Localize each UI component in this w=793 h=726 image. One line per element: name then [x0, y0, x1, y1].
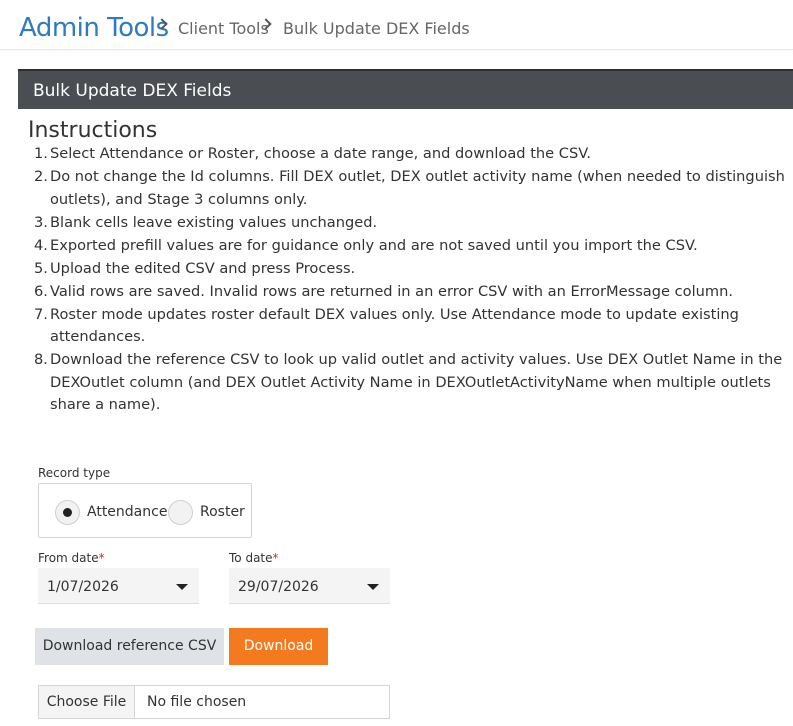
radio-roster-label[interactable]: Roster [200, 504, 245, 520]
breadcrumb-current-page: Bulk Update DEX Fields [283, 19, 470, 38]
to-date-value: 29/07/2026 [238, 579, 319, 595]
to-date-label: To date* [229, 551, 279, 565]
breadcrumb-root-admin-tools[interactable]: Admin Tools [19, 13, 169, 43]
breadcrumb-client-tools[interactable]: Client Tools [178, 19, 269, 38]
file-status-text: No file chosen [147, 694, 247, 710]
instruction-item: 5. Upload the edited CSV and press Proces… [34, 259, 356, 277]
instruction-item: 3. Blank cells leave existing values unch… [34, 213, 378, 231]
instruction-item: 4. Exported prefill values are for guidan… [34, 236, 698, 254]
caret-down-icon [176, 584, 188, 590]
file-input[interactable]: Choose File No file chosen [38, 685, 390, 719]
caret-down-icon [367, 584, 379, 590]
panel-title: Bulk Update DEX Fields [33, 81, 232, 101]
from-date-label: From date* [38, 551, 105, 565]
from-date-value: 1/07/2026 [47, 579, 119, 595]
record-type-label: Record type [38, 466, 111, 480]
record-type-group: Attendance Roster [38, 483, 252, 538]
radio-attendance-label[interactable]: Attendance [87, 504, 167, 520]
top-bar: Admin Tools Client Tools Bulk Update DEX… [0, 0, 793, 50]
instruction-item: 7. Roster mode updates roster default DEX… [34, 305, 739, 346]
radio-attendance[interactable] [55, 500, 80, 525]
instructions-list: 1. Select Attendance or Roster, choose a … [34, 143, 793, 417]
choose-file-button[interactable]: Choose File [39, 686, 135, 718]
instruction-item: 6. Valid rows are saved. Invalid rows are… [34, 282, 733, 300]
panel-header: Bulk Update DEX Fields [18, 69, 793, 109]
required-marker: * [272, 551, 279, 565]
from-date-select[interactable]: 1/07/2026 [38, 568, 199, 604]
radio-roster[interactable] [168, 500, 193, 525]
instructions-title: Instructions [28, 118, 158, 143]
instruction-item: 2. Do not change the Id columns. Fill DEX… [34, 168, 785, 208]
required-marker: * [98, 551, 105, 565]
to-date-select[interactable]: 29/07/2026 [229, 568, 390, 604]
download-button[interactable]: Download [229, 628, 328, 665]
instruction-item: 1. Select Attendance or Roster, choose a … [34, 145, 591, 162]
download-reference-csv-button[interactable]: Download reference CSV [35, 628, 224, 665]
instruction-item: 8. Download the reference CSV to look up … [34, 351, 783, 413]
